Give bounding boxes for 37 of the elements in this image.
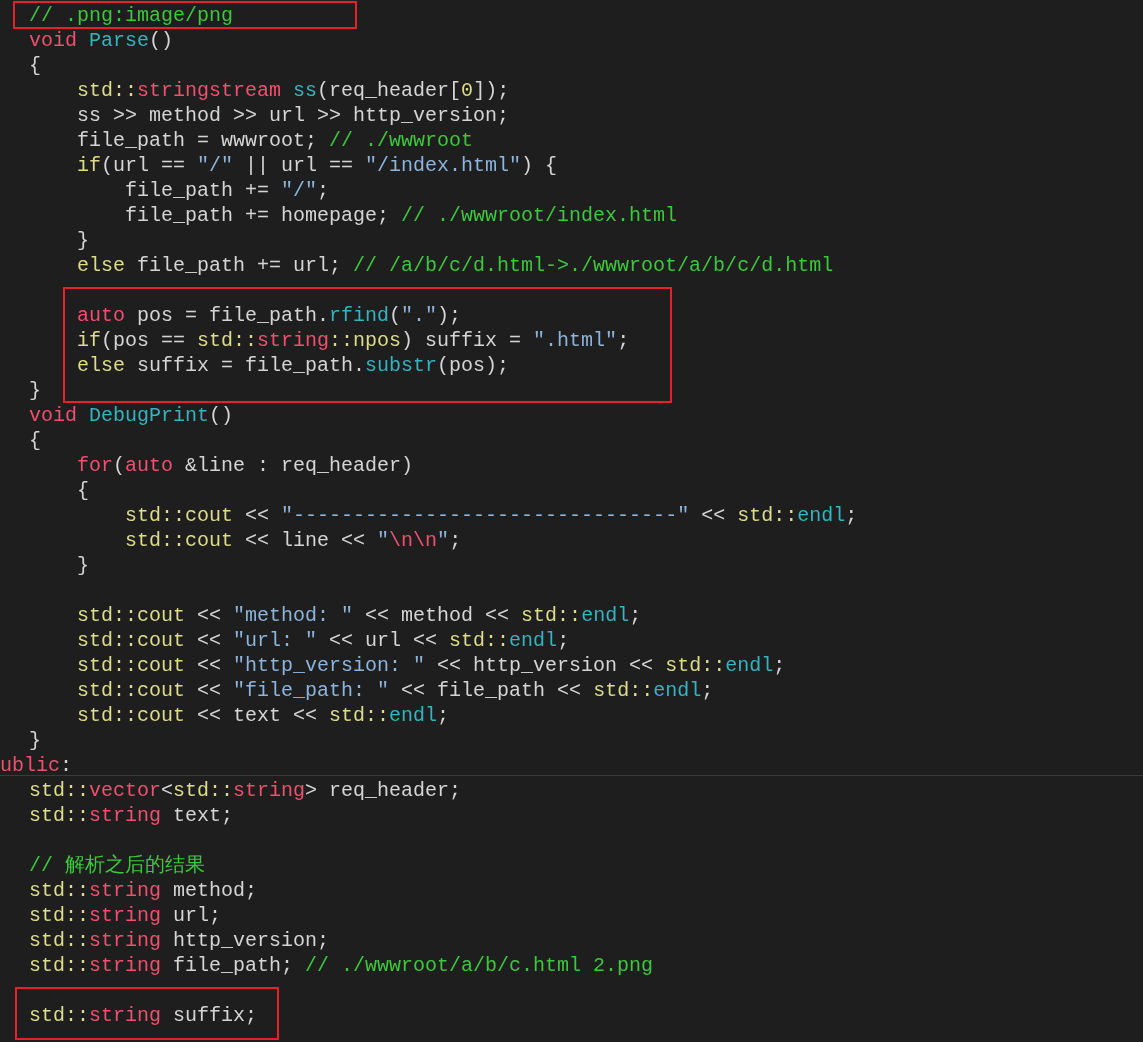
code-line: } [29, 380, 41, 401]
code-line: // .png:image/png [29, 5, 234, 26]
code-line: file_path += "/"; [124, 180, 330, 201]
code-line: std::cout << "--------------------------------" << std::endl; [124, 505, 858, 526]
code-line: file_path += homepage; // ./wwwroot/index.html [124, 205, 678, 226]
code-line: } [29, 730, 41, 751]
code-line: void DebugPrint() [29, 405, 234, 426]
code-line: std::cout << line << "\n\n"; [124, 530, 462, 551]
code-line: std::cout << "method: " << method << std::endl; [76, 605, 642, 626]
code-line: std::cout << text << std::endl; [76, 705, 450, 726]
code-line: std::string text; [29, 805, 234, 826]
code-line: { [29, 430, 41, 451]
code-line: std::string method; [29, 880, 258, 901]
code-line: auto pos = file_path.rfind("."); [76, 305, 462, 326]
code-line: } [76, 230, 89, 251]
code-line: for(auto &line : req_header) [76, 455, 414, 476]
code-line: std::string url; [29, 905, 222, 926]
code-line: file_path = wwwroot; // ./wwwroot [76, 130, 474, 151]
code-line: } [76, 555, 89, 576]
code-line: { [76, 480, 89, 501]
code-line: std::string file_path; // ./wwwroot/a/b/c.html 2.png [29, 955, 654, 976]
code-line: std::string http_version; [29, 930, 330, 951]
code-line: { [29, 55, 41, 76]
code-line: ublic: [0, 755, 73, 776]
code-line: else file_path += url; // /a/b/c/d.html->./wwwroot/a/b/c/d.html [76, 255, 834, 276]
code-line: std::string suffix; [29, 1005, 258, 1026]
code-line: else suffix = file_path.substr(pos); [76, 355, 510, 376]
code-line: // 解析之后的结果 [29, 855, 205, 876]
code-line: std::stringstream ss(req_header[0]); [76, 80, 510, 101]
code-line: std::cout << "file_path: " << file_path << std::endl; [76, 680, 714, 701]
code-line: std::cout << "url: " << url << std::endl; [76, 630, 570, 651]
code-line: if(url == "/" || url == "/index.html") { [76, 155, 558, 176]
code-line: void Parse() [29, 30, 174, 51]
code-line: std::cout << "http_version: " << http_version << std::endl; [76, 655, 786, 676]
code-line: if(pos == std::string::npos) suffix = ".html"; [76, 330, 630, 351]
code-line: std::vector<std::string> req_header; [29, 780, 462, 801]
code-line: ss >> method >> url >> http_version; [76, 105, 510, 126]
